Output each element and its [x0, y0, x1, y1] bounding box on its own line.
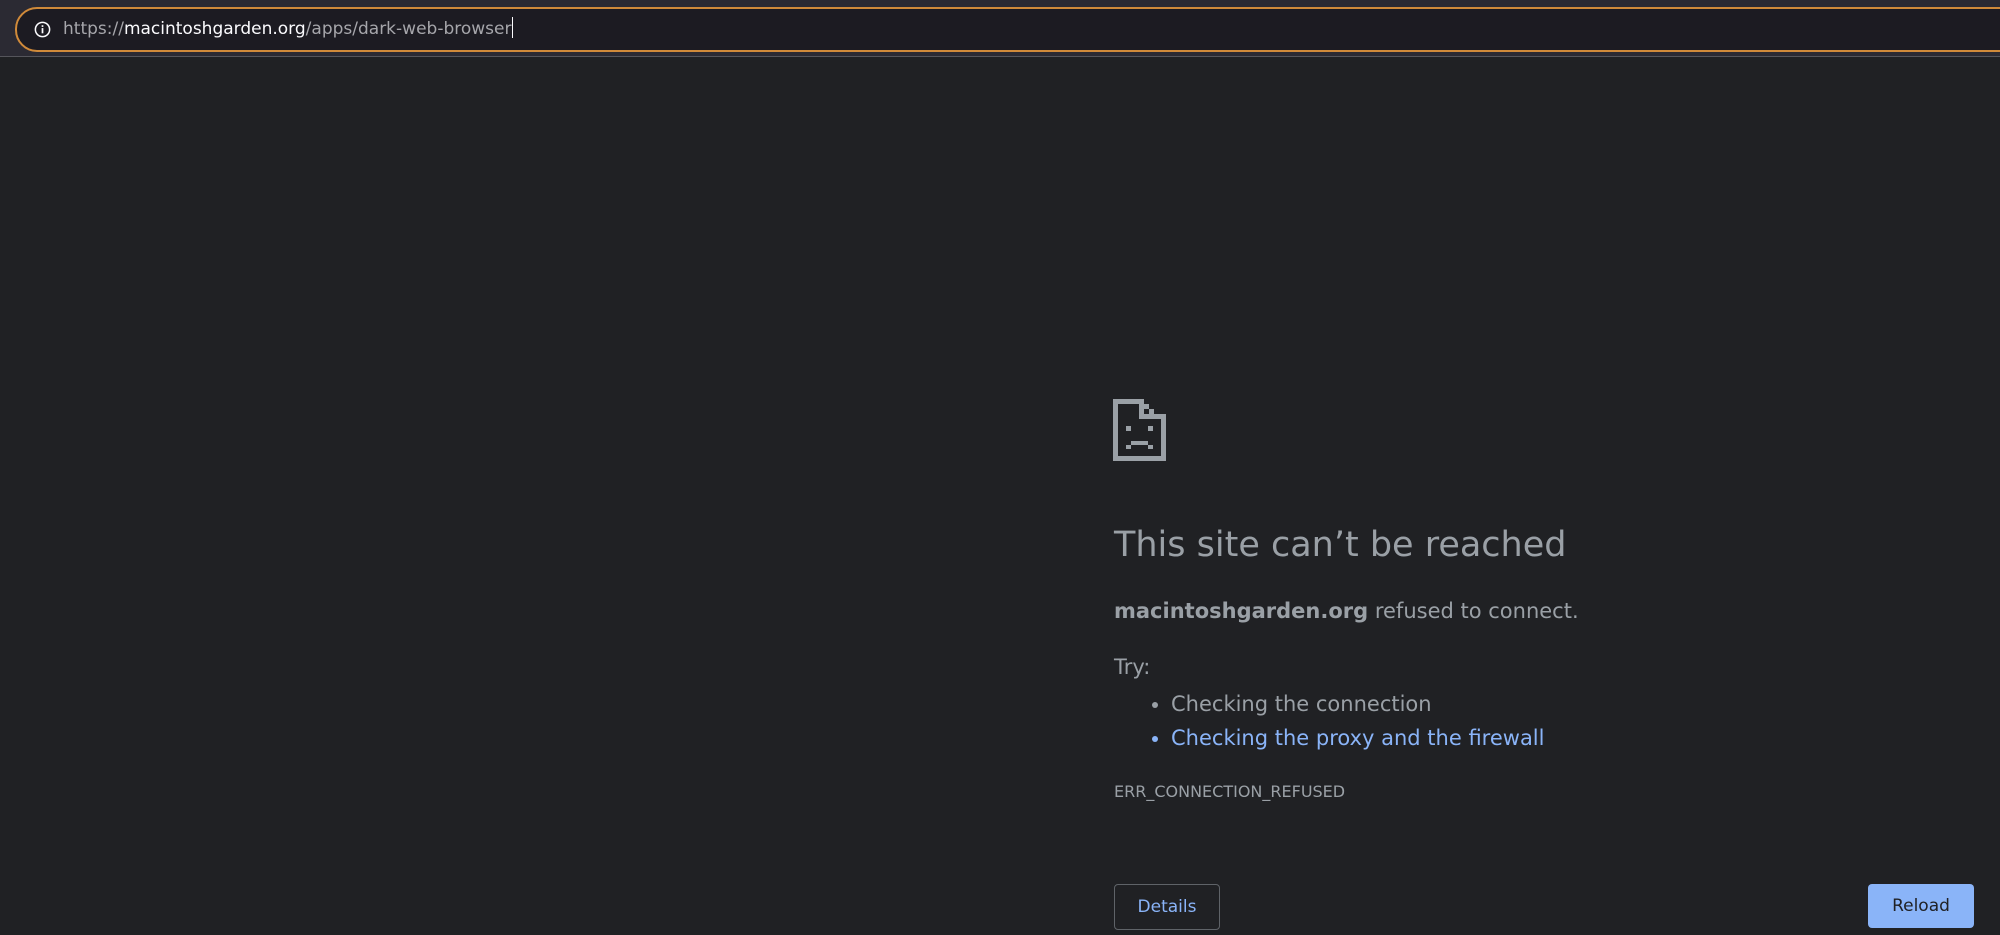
details-button[interactable]: Details	[1114, 884, 1220, 930]
error-message: refused to connect.	[1368, 599, 1579, 623]
text-caret	[512, 17, 514, 38]
url-path: /apps/dark-web-browser	[305, 19, 512, 39]
error-code: ERR_CONNECTION_REFUSED	[1114, 782, 1346, 801]
address-bar[interactable]: https://macintoshgarden.org/apps/dark-we…	[15, 7, 2000, 52]
suggestion-check-connection: Checking the connection	[1171, 687, 1544, 721]
error-description: macintoshgarden.org refused to connect.	[1114, 599, 1579, 623]
reload-button[interactable]: Reload	[1868, 884, 1974, 928]
suggestion-check-proxy-firewall-link[interactable]: Checking the proxy and the firewall	[1171, 721, 1544, 755]
error-host: macintoshgarden.org	[1114, 599, 1369, 623]
error-page: This site can’t be reached macintoshgard…	[0, 57, 2000, 935]
try-label: Try:	[1114, 655, 1151, 679]
url-host: macintoshgarden.org	[123, 19, 306, 39]
url-text[interactable]: https://macintoshgarden.org/apps/dark-we…	[63, 9, 514, 50]
suggestion-list: Checking the connection Checking the pro…	[1114, 687, 1544, 755]
error-title: This site can’t be reached	[1114, 525, 1567, 565]
sad-document-icon	[1113, 399, 1166, 461]
browser-toolbar: https://macintoshgarden.org/apps/dark-we…	[0, 0, 2000, 57]
info-icon[interactable]	[33, 20, 52, 39]
url-scheme: https://	[63, 19, 124, 39]
